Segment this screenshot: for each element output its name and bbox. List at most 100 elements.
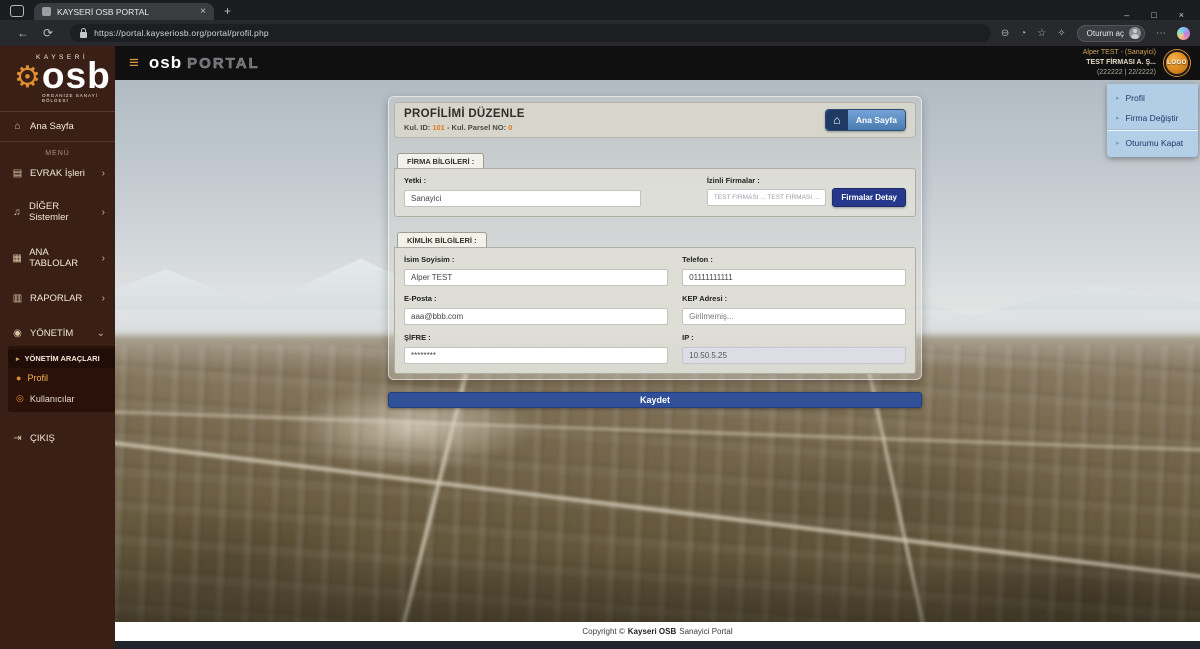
sidebar-item-kullanicilar[interactable]: ◎ Kullanıcılar bbox=[8, 388, 115, 409]
menu-section-label: MENÜ bbox=[0, 144, 115, 161]
ip-input bbox=[682, 347, 906, 364]
dropdown-item-firma-degistir[interactable]: ▸ Firma Değiştir bbox=[1107, 108, 1198, 128]
signin-button[interactable]: Oturum aç bbox=[1077, 25, 1145, 42]
footer-brand: Kayseri OSB bbox=[628, 627, 676, 636]
chevron-down-icon: ⌄ bbox=[97, 328, 105, 339]
minimize-button[interactable]: – bbox=[1124, 10, 1129, 20]
copilot-icon[interactable] bbox=[1177, 27, 1190, 40]
sidebar-item-diger-sistemler[interactable]: ♫ DİĞER Sistemler › bbox=[0, 194, 115, 230]
divider bbox=[0, 111, 115, 112]
firmalar-detay-button[interactable]: Firmalar Detay bbox=[832, 188, 906, 207]
close-button[interactable]: × bbox=[1179, 10, 1184, 20]
url-text: https://portal.kayseriosb.org/portal/pro… bbox=[94, 28, 269, 38]
sidebar-item-ana-tablolar[interactable]: ▦ ANA TABLOLAR › bbox=[0, 240, 115, 276]
footer: Copyright © Kayseri OSB Sanayici Portal bbox=[115, 622, 1200, 641]
brand-portal: PORTAL bbox=[187, 55, 260, 72]
address-bar[interactable]: https://portal.kayseriosb.org/portal/pro… bbox=[70, 24, 991, 42]
sidebar-item-raporlar[interactable]: ▥ RAPORLAR › bbox=[0, 286, 115, 311]
section-tab: FİRMA BİLGİLERİ : bbox=[397, 153, 484, 168]
yetki-input[interactable] bbox=[404, 190, 641, 207]
field-izinli-firmalar: İzinli Firmalar : Firmalar Detay bbox=[707, 176, 906, 207]
bullet-icon: ▸ bbox=[1116, 139, 1120, 147]
dropdown-item-oturumu-kapat[interactable]: ▸ Oturumu Kapat bbox=[1107, 133, 1198, 153]
bullet-icon: ▸ bbox=[1116, 114, 1120, 122]
tab-title: KAYSERİ OSB PORTAL bbox=[57, 7, 194, 17]
zoom-icon[interactable]: ⊖ bbox=[1001, 28, 1009, 39]
new-tab-button[interactable]: + bbox=[224, 4, 231, 18]
section-firma-bilgileri: FİRMA BİLGİLERİ : Yetki : İzinli Firmala… bbox=[394, 151, 916, 217]
sidebar-item-cikis[interactable]: ⇥ ÇIKIŞ bbox=[0, 426, 115, 451]
browser-tabstrip: KAYSERİ OSB PORTAL × + – □ × bbox=[0, 0, 1200, 20]
eposta-input[interactable] bbox=[404, 308, 668, 325]
sidebar-item-evrak[interactable]: ▤ EVRAK İşleri › bbox=[0, 161, 115, 186]
profile-form: PROFİLİMİ DÜZENLE Kul. ID: 101 - Kul. Pa… bbox=[388, 96, 922, 408]
hamburger-icon[interactable]: ≡ bbox=[129, 53, 139, 73]
collections-icon[interactable]: ✧ bbox=[1057, 28, 1065, 39]
sidebar-item-home[interactable]: ⌂ Ana Sayfa bbox=[0, 114, 115, 139]
app-header: ≡ osb PORTAL Alper TEST - (Sanayici) TES… bbox=[115, 46, 1200, 80]
photo-haze bbox=[115, 552, 1200, 622]
sifre-input[interactable] bbox=[404, 347, 668, 364]
ana-sayfa-button[interactable]: ⌂ Ana Sayfa bbox=[825, 109, 906, 131]
submenu-header: ▸ YÖNETİM ARAÇLARI bbox=[8, 349, 115, 368]
toolbar-right: ⊖ ◔ ☆ ✧ Oturum aç ⋯ bbox=[1001, 25, 1190, 42]
maximize-button[interactable]: □ bbox=[1151, 10, 1156, 20]
tab-close-icon[interactable]: × bbox=[200, 6, 206, 17]
kaydet-button[interactable]: Kaydet bbox=[388, 392, 922, 408]
isim-input[interactable] bbox=[404, 269, 668, 286]
home-icon: ⌂ bbox=[12, 121, 23, 132]
avatar bbox=[1129, 27, 1141, 39]
field-telefon: Telefon : bbox=[682, 255, 906, 286]
users-icon: ◎ bbox=[16, 393, 24, 404]
dropdown-item-profil[interactable]: ▸ Profil bbox=[1107, 88, 1198, 108]
exit-icon: ⇥ bbox=[12, 433, 23, 444]
divider bbox=[0, 141, 115, 142]
back-button[interactable]: ← bbox=[17, 26, 29, 40]
home-icon: ⌂ bbox=[826, 110, 848, 130]
field-sifre: ŞİFRE : bbox=[404, 333, 668, 364]
user-dropdown-menu: ▸ Profil ▸ Firma Değiştir ▸ Oturumu Kapa… bbox=[1107, 84, 1198, 157]
browser-toolbar: ← ⟳ https://portal.kayseriosb.org/portal… bbox=[0, 20, 1200, 46]
sidebar-item-yonetim[interactable]: ◉ YÖNETİM ⌄ bbox=[0, 321, 115, 346]
tables-icon: ▦ bbox=[12, 253, 22, 264]
telefon-input[interactable] bbox=[682, 269, 906, 286]
user-info: Alper TEST - (Sanayici) TEST FİRMASI A. … bbox=[1083, 48, 1156, 77]
section-kimlik-bilgileri: KİMLİK BİLGİLERİ : İsim Soyisim : Telefo… bbox=[394, 230, 916, 374]
user-icon: ● bbox=[16, 373, 21, 383]
reports-icon: ▥ bbox=[12, 293, 23, 304]
menu-dots-icon[interactable]: ⋯ bbox=[1156, 28, 1166, 39]
bottom-strip bbox=[115, 641, 1200, 649]
bullet-icon: ▸ bbox=[1116, 94, 1120, 102]
sidebar: KAYSERİ ⚙ osb ORGANİZE SANAYİ BÖLGESİ ⌂ … bbox=[0, 46, 115, 649]
sidebar-logo[interactable]: KAYSERİ ⚙ osb ORGANİZE SANAYİ BÖLGESİ bbox=[0, 46, 115, 109]
yonetim-submenu: ▸ YÖNETİM ARAÇLARI ● Profil ◎ Kullanıcıl… bbox=[8, 346, 115, 412]
divider bbox=[1107, 130, 1198, 131]
documents-icon: ▤ bbox=[12, 168, 23, 179]
chevron-right-icon: › bbox=[102, 207, 105, 218]
form-header: PROFİLİMİ DÜZENLE Kul. ID: 101 - Kul. Pa… bbox=[394, 102, 916, 138]
reading-icon[interactable]: ◔ bbox=[1020, 28, 1026, 39]
kul-id-value: 101 bbox=[432, 123, 445, 132]
browser-tab[interactable]: KAYSERİ OSB PORTAL × bbox=[34, 3, 214, 20]
brand-osb: osb bbox=[149, 53, 182, 73]
main-content: ≡ osb PORTAL Alper TEST - (Sanayici) TES… bbox=[115, 46, 1200, 649]
field-kep: KEP Adresi : bbox=[682, 294, 906, 325]
browser-window: KAYSERİ OSB PORTAL × + – □ × ← ⟳ https:/… bbox=[0, 0, 1200, 649]
gear-icon: ⚙ bbox=[14, 65, 41, 91]
systems-icon: ♫ bbox=[12, 207, 22, 218]
admin-icon: ◉ bbox=[12, 328, 23, 339]
sidebar-item-profil[interactable]: ● Profil bbox=[8, 368, 115, 388]
page-title: PROFİLİMİ DÜZENLE bbox=[404, 108, 525, 120]
favorites-icon[interactable]: ☆ bbox=[1037, 28, 1046, 39]
tab-favicon bbox=[42, 7, 51, 16]
kep-input[interactable] bbox=[682, 308, 906, 325]
window-controls: – □ × bbox=[1124, 7, 1200, 20]
field-isim: İsim Soyisim : bbox=[404, 255, 668, 286]
section-tab: KİMLİK BİLGİLERİ : bbox=[397, 232, 487, 247]
izinli-firmalar-input[interactable] bbox=[707, 189, 827, 206]
page: KAYSERİ ⚙ osb ORGANİZE SANAYİ BÖLGESİ ⌂ … bbox=[0, 46, 1200, 649]
reload-button[interactable]: ⟳ bbox=[43, 26, 53, 40]
workspace-icon[interactable] bbox=[10, 5, 24, 17]
tools-icon: ▸ bbox=[16, 355, 20, 363]
user-logo-badge[interactable]: LOGO bbox=[1164, 50, 1190, 76]
